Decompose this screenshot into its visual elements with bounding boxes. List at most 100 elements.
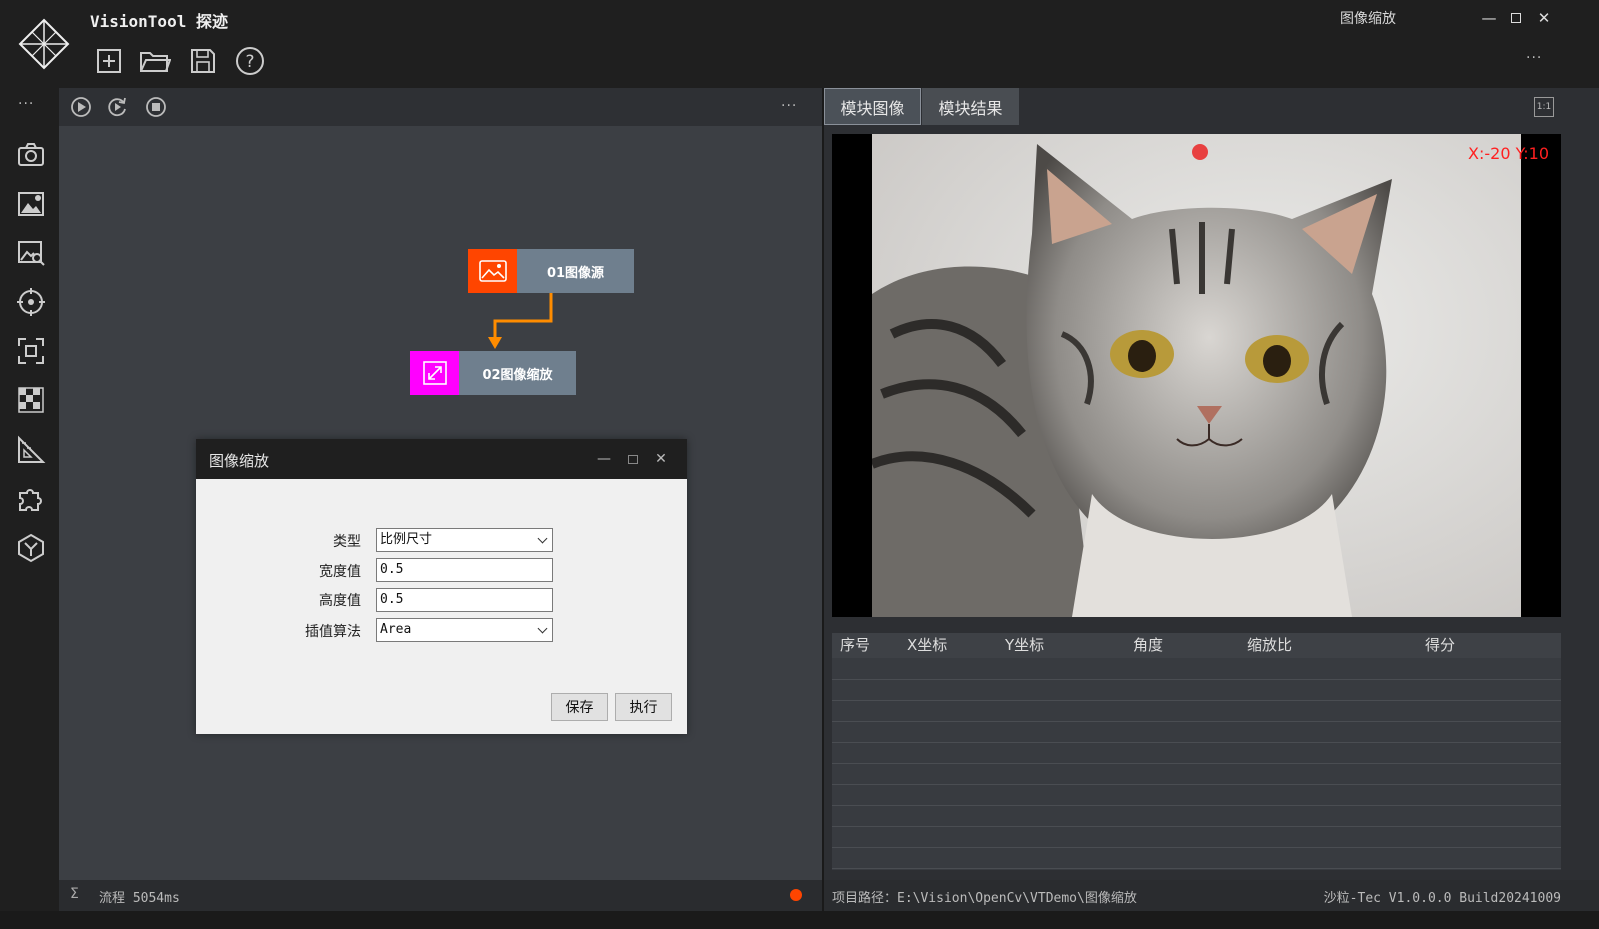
- focus-tool[interactable]: [14, 334, 48, 368]
- dialog-minimize-button[interactable]: —: [594, 449, 614, 469]
- column-header[interactable]: 得分: [1425, 633, 1455, 658]
- image-search-tool[interactable]: [14, 236, 48, 270]
- more-menu-icon[interactable]: ···: [1526, 50, 1542, 66]
- dialog-title-bar: 图像缩放 — ✕: [196, 439, 687, 479]
- image-viewer[interactable]: X:-20 Y:10: [832, 134, 1561, 617]
- node-label: 01图像源: [517, 249, 634, 293]
- table-row: [832, 826, 1561, 827]
- table-row: [832, 700, 1561, 701]
- interpolation-select[interactable]: Area: [376, 618, 553, 642]
- plugin-tool[interactable]: [14, 482, 48, 516]
- column-header[interactable]: X坐标: [907, 633, 947, 658]
- image-gear-icon: [18, 192, 44, 216]
- minimize-icon: —: [1481, 9, 1497, 27]
- flow-more-icon[interactable]: ···: [781, 98, 797, 114]
- width-input[interactable]: 0.5: [376, 558, 553, 582]
- table-row: [832, 721, 1561, 722]
- interpolation-label: 插值算法: [305, 624, 361, 640]
- image-settings-tool[interactable]: [14, 187, 48, 221]
- flow-node-image-resize[interactable]: 02图像缩放: [410, 351, 576, 395]
- type-label: 类型: [333, 534, 361, 550]
- camera-tool[interactable]: [14, 138, 48, 172]
- tab-module-result[interactable]: 模块结果: [922, 88, 1019, 125]
- node-icon-box: [410, 351, 459, 395]
- column-header[interactable]: Y坐标: [1005, 633, 1044, 658]
- result-table: 序号 X坐标 Y坐标 角度 缩放比 得分: [832, 633, 1561, 870]
- help-icon: ?: [236, 47, 264, 75]
- save-disk-icon: [191, 49, 215, 73]
- run-once-button[interactable]: [69, 95, 93, 119]
- type-select[interactable]: 比例尺寸: [376, 528, 553, 552]
- svg-text:?: ?: [245, 52, 254, 72]
- folder-open-icon: [140, 52, 171, 72]
- dialog-close-button[interactable]: ✕: [651, 449, 671, 469]
- camera-icon: [18, 143, 44, 166]
- save-project-button[interactable]: [186, 44, 220, 78]
- new-file-button[interactable]: [92, 44, 126, 78]
- marker-dot: [1192, 144, 1208, 160]
- flow-node-image-source[interactable]: 01图像源: [468, 249, 634, 293]
- app-title: VisionTool 探迹: [90, 12, 228, 31]
- flow-connector-arrow: [488, 293, 553, 349]
- close-icon: ✕: [655, 451, 667, 467]
- stop-button[interactable]: [144, 95, 168, 119]
- image-icon: [478, 260, 507, 282]
- maximize-icon: [628, 454, 638, 464]
- height-input[interactable]: 0.5: [376, 588, 553, 612]
- sidebar-more-icon[interactable]: ···: [18, 96, 34, 112]
- save-button[interactable]: 保存: [551, 693, 608, 721]
- hexagon-icon: [18, 533, 44, 563]
- close-button[interactable]: ✕: [1533, 8, 1555, 28]
- column-header[interactable]: 缩放比: [1247, 633, 1292, 658]
- actual-size-button[interactable]: 1:1: [1534, 97, 1554, 117]
- puzzle-icon: [19, 489, 42, 511]
- result-panel: 模块图像 模块结果 1:1 X:-20 Y:10 序号 X坐标 Y坐标 角度 缩…: [824, 88, 1599, 911]
- column-header[interactable]: 角度: [1133, 633, 1163, 658]
- crosshair-icon: [17, 288, 45, 316]
- image-search-icon: [18, 241, 45, 266]
- dialog-maximize-button[interactable]: [623, 449, 643, 469]
- stop-circle-icon: [146, 97, 166, 117]
- maximize-icon: [1511, 13, 1521, 23]
- build-version: 沙粒-Tec V1.0.0.0 Build20241009: [1323, 891, 1561, 906]
- coordinate-readout: X:-20 Y:10: [1468, 144, 1549, 163]
- node-label: 02图像缩放: [459, 351, 576, 395]
- tab-module-image[interactable]: 模块图像: [824, 88, 921, 125]
- execute-button[interactable]: 执行: [615, 693, 672, 721]
- table-row: [832, 868, 1561, 869]
- column-header[interactable]: 序号: [840, 633, 870, 658]
- new-file-icon: [97, 49, 121, 73]
- flow-time: 流程 5054ms: [99, 891, 180, 906]
- cat-photo-image: [870, 134, 1521, 617]
- run-loop-button[interactable]: [105, 95, 129, 119]
- cat-photo: [870, 134, 1521, 617]
- app-logo-icon: [18, 18, 70, 70]
- status-indicator: [790, 889, 802, 901]
- locate-tool[interactable]: [14, 285, 48, 319]
- sigma-icon: Σ: [70, 886, 79, 902]
- close-icon: ✕: [1537, 9, 1551, 27]
- flow-toolbar: ···: [59, 88, 822, 126]
- dialog-title: 图像缩放: [209, 452, 270, 470]
- play-circle-icon: [71, 97, 91, 117]
- table-row: [832, 679, 1561, 680]
- width-label: 宽度值: [319, 564, 361, 580]
- checkerboard-icon: [18, 387, 44, 413]
- calibration-tool[interactable]: [14, 383, 48, 417]
- table-row: [832, 784, 1561, 785]
- loop-icon: [108, 97, 126, 117]
- help-button[interactable]: ?: [233, 44, 267, 78]
- table-row: [832, 742, 1561, 743]
- tool-sidebar: ···: [0, 88, 59, 929]
- bottom-strip: [0, 911, 1599, 929]
- measure-tool[interactable]: [14, 433, 48, 467]
- minimize-button[interactable]: —: [1478, 8, 1500, 28]
- maximize-button[interactable]: [1505, 8, 1527, 28]
- flow-status-bar: Σ 流程 5054ms: [59, 880, 822, 911]
- open-folder-button[interactable]: [138, 44, 172, 78]
- minimize-icon: —: [597, 451, 611, 467]
- window-name: 图像缩放: [1340, 11, 1396, 27]
- model-tool[interactable]: [14, 531, 48, 565]
- title-bar: VisionTool 探迹 ? 图像缩放 — ✕ ···: [0, 0, 1599, 88]
- height-label: 高度值: [319, 593, 361, 609]
